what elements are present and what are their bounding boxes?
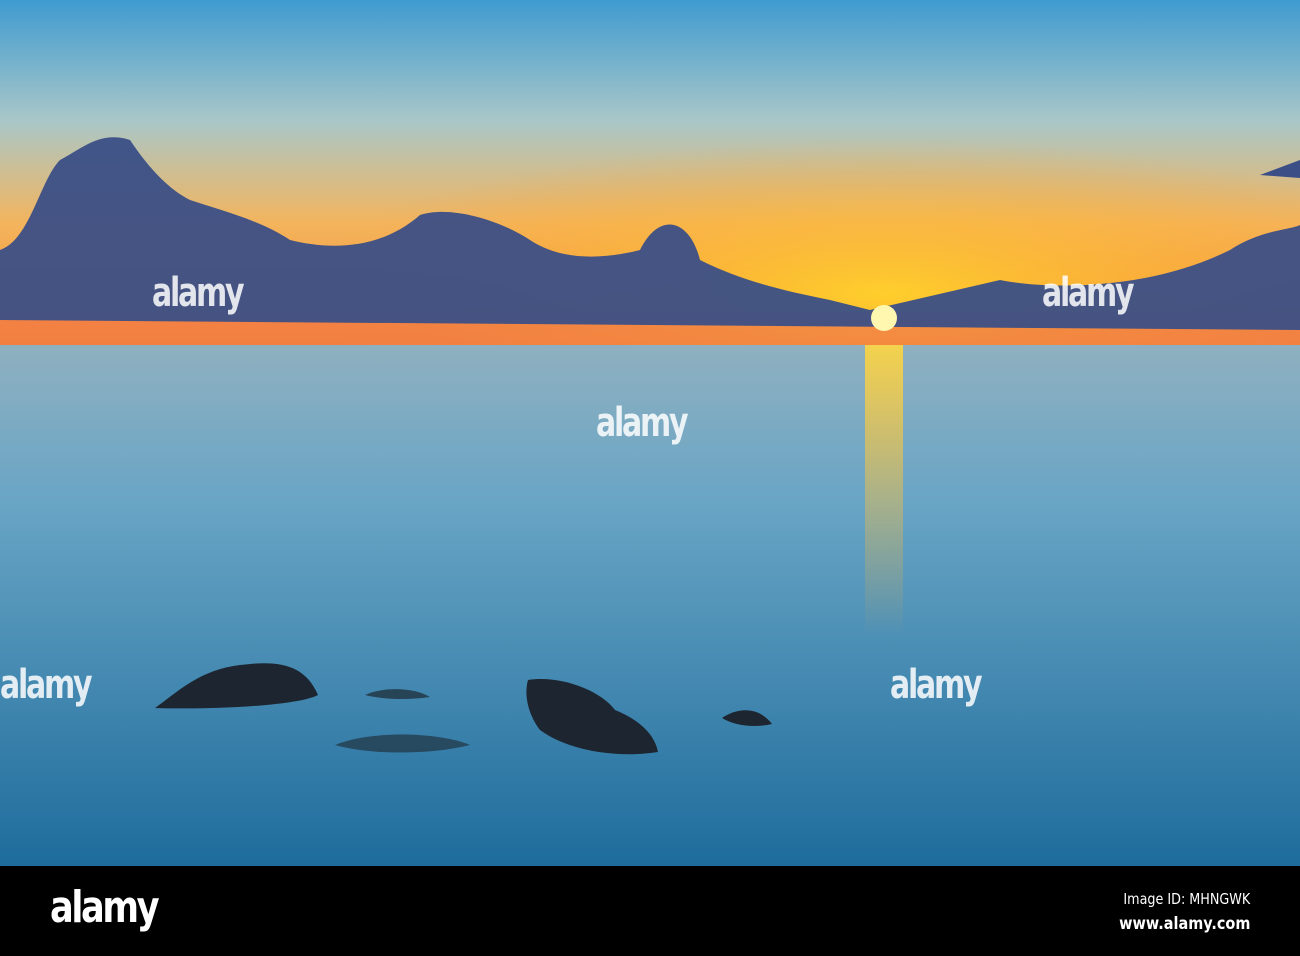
sun (871, 305, 897, 331)
website-link[interactable]: www.alamy.com (1119, 914, 1250, 934)
footer-bar: alamy Image ID: MHNGWK www.alamy.com (0, 866, 1300, 956)
stock-photo: alamy alamy alamy alamy alamy alamy Imag… (0, 0, 1300, 956)
watermark: alamy (596, 400, 689, 446)
watermark: alamy (1042, 270, 1135, 316)
watermark: alamy (890, 662, 983, 708)
alamy-logo: alamy (50, 882, 160, 933)
image-id: Image ID: MHNGWK (1123, 890, 1250, 908)
watermark: alamy (152, 270, 245, 316)
watermark: alamy (0, 662, 93, 708)
